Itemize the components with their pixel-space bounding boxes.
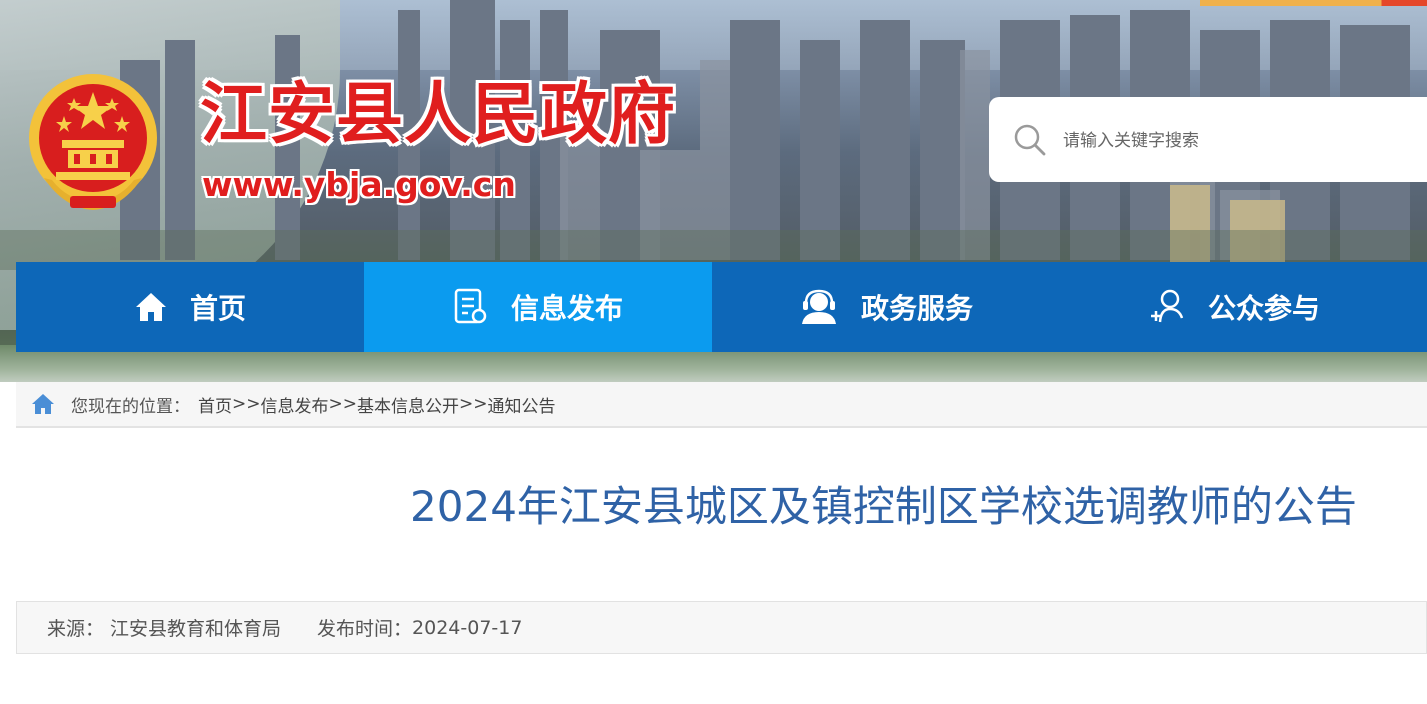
breadcrumb-link-notices[interactable]: 通知公告	[488, 392, 556, 417]
document-icon	[454, 288, 487, 324]
top-accent-bar	[1200, 0, 1427, 6]
breadcrumb-link-info[interactable]: 信息发布	[261, 392, 329, 417]
nav-item-label: 公众参与	[1207, 292, 1320, 325]
site-title: 江安县人民政府	[200, 74, 676, 153]
nav-item-services[interactable]: 政务服务	[712, 262, 1060, 352]
article-title: 2024年江安县城区及镇控制区学校选调教师的公告	[410, 482, 1357, 531]
nav-item-participation[interactable]: 公众参与	[1060, 262, 1408, 352]
site-url: www.ybja.gov.cn	[202, 165, 516, 204]
source-label: 来源：	[47, 618, 105, 640]
national-emblem-icon	[29, 74, 157, 210]
breadcrumb-separator: >>	[232, 394, 261, 414]
date-label: 发布时间：	[317, 618, 413, 640]
breadcrumb-prefix: 您现在的位置：	[71, 396, 190, 417]
search-input[interactable]	[1061, 123, 1405, 159]
nav-item-label: 政务服务	[860, 292, 973, 325]
source-value: 江安县教育和体育局	[110, 618, 282, 640]
nav-item-info[interactable]: 信息发布	[364, 262, 712, 352]
nav-item-home[interactable]: 首页	[16, 262, 364, 352]
main-nav: 首页 信息发布 政务服务 公众参与	[16, 262, 1427, 352]
breadcrumb: 您现在的位置： 首页 >> 信息发布 >> 基本信息公开 >> 通知公告	[16, 382, 1427, 428]
breadcrumb-separator: >>	[328, 394, 358, 414]
search-box	[989, 97, 1427, 182]
breadcrumb-link-basic-info[interactable]: 基本信息公开	[357, 392, 459, 417]
home-icon	[135, 293, 166, 321]
nav-item-label: 首页	[189, 292, 246, 325]
breadcrumb-separator: >>	[459, 394, 488, 414]
breadcrumb-link-home[interactable]: 首页	[198, 392, 232, 417]
date-value: 2024-07-17	[412, 616, 523, 639]
nav-item-label: 信息发布	[510, 292, 623, 325]
service-agent-icon	[801, 289, 836, 324]
article-meta: 来源： 江安县教育和体育局 发布时间： 2024-07-17	[16, 601, 1427, 654]
search-icon[interactable]	[1013, 123, 1047, 157]
home-icon[interactable]	[31, 393, 55, 415]
add-user-icon	[1150, 289, 1184, 323]
